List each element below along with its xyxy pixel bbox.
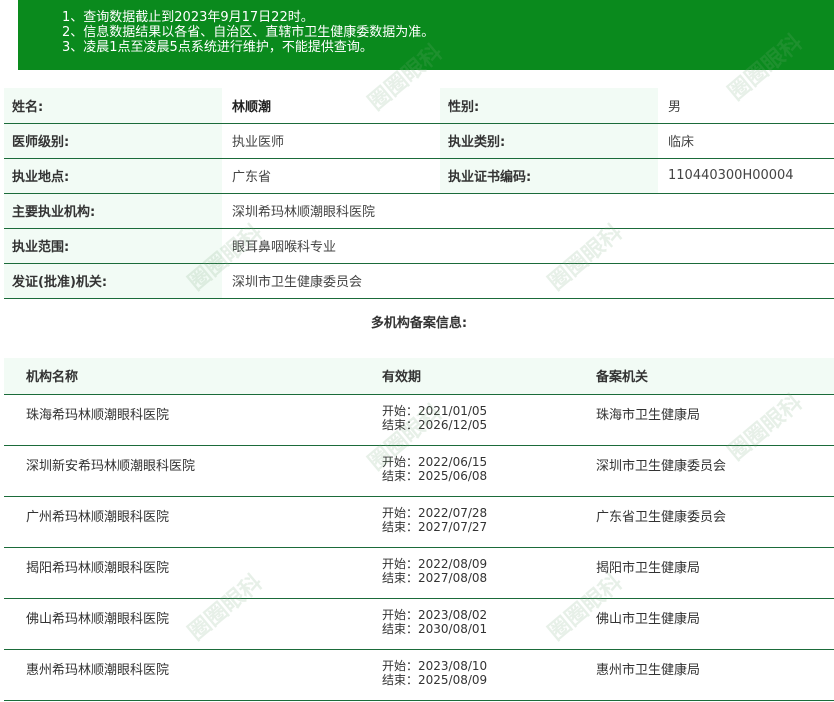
table-row: 佛山希玛林顺潮眼科医院 开始：2023/08/02 结束：2030/08/01 佛… — [4, 598, 834, 650]
validity-cell: 开始：2021/01/05 结束：2026/12/05 — [360, 394, 574, 446]
validity-cell: 开始：2022/06/15 结束：2025/06/08 — [360, 445, 574, 497]
info-row: 姓名: 林顺潮 性别: 男 — [4, 88, 834, 124]
institution-name: 惠州希玛林顺潮眼科医院 — [4, 649, 360, 701]
cert-label: 执业证书编码: — [440, 158, 658, 194]
notice-banner: 1、查询数据截止到2023年9月17日22时。 2、信息数据结果以各省、自治区、… — [18, 0, 834, 70]
validity-start: 开始：2023/08/10 — [382, 658, 488, 673]
doctor-info-table: 姓名: 林顺潮 性别: 男 医师级别: 执业医师 执业类别: 临床 执业地点: … — [4, 88, 834, 299]
validity-end: 结束：2030/08/01 — [382, 621, 488, 636]
level-value: 执业医师 — [222, 123, 440, 159]
validity-cell: 开始：2022/07/28 结束：2027/07/27 — [360, 496, 574, 548]
column-header-validity: 有效期 — [360, 358, 574, 395]
institution-name: 深圳新安希玛林顺潮眼科医院 — [4, 445, 360, 497]
cert-value: 110440300H00004 — [658, 158, 834, 194]
institution-header-row: 机构名称 有效期 备案机关 — [4, 358, 834, 395]
record-authority: 揭阳市卫生健康局 — [574, 547, 834, 599]
table-row: 揭阳希玛林顺潮眼科医院 开始：2022/08/09 结束：2027/08/08 揭… — [4, 547, 834, 599]
institution-name: 珠海希玛林顺潮眼科医院 — [4, 394, 360, 446]
validity-start: 开始：2022/06/15 — [382, 454, 488, 469]
column-header-authority: 备案机关 — [574, 358, 834, 395]
scope-label: 执业范围: — [4, 228, 222, 264]
institution-name: 广州希玛林顺潮眼科医院 — [4, 496, 360, 548]
issuer-label: 发证(批准)机关: — [4, 263, 222, 299]
gender-label: 性别: — [440, 88, 658, 124]
scope-value: 眼耳鼻咽喉科专业 — [222, 228, 834, 264]
validity-start: 开始：2022/08/09 — [382, 556, 488, 571]
validity-start: 开始：2023/08/02 — [382, 607, 488, 622]
category-value: 临床 — [658, 123, 834, 159]
record-authority: 广东省卫生健康委员会 — [574, 496, 834, 548]
record-authority: 深圳市卫生健康委员会 — [574, 445, 834, 497]
name-value: 林顺潮 — [222, 88, 440, 124]
validity-cell: 开始：2023/08/02 结束：2030/08/01 — [360, 598, 574, 650]
name-label: 姓名: — [4, 88, 222, 124]
table-row: 广州希玛林顺潮眼科医院 开始：2022/07/28 结束：2027/07/27 广… — [4, 496, 834, 548]
category-label: 执业类别: — [440, 123, 658, 159]
notice-line: 1、查询数据截止到2023年9月17日22时。 — [62, 10, 314, 25]
table-row: 珠海希玛林顺潮眼科医院 开始：2021/01/05 结束：2026/12/05 珠… — [4, 394, 834, 446]
location-value: 广东省 — [222, 158, 440, 194]
validity-cell: 开始：2023/08/10 结束：2025/08/09 — [360, 649, 574, 701]
validity-start: 开始：2021/01/05 — [382, 403, 488, 418]
level-label: 医师级别: — [4, 123, 222, 159]
table-row: 深圳新安希玛林顺潮眼科医院 开始：2022/06/15 结束：2025/06/08… — [4, 445, 834, 497]
info-row: 执业范围: 眼耳鼻咽喉科专业 — [4, 228, 834, 264]
location-label: 执业地点: — [4, 158, 222, 194]
validity-cell: 开始：2022/08/09 结束：2027/08/08 — [360, 547, 574, 599]
issuer-value: 深圳市卫生健康委员会 — [222, 263, 834, 299]
record-authority: 珠海市卫生健康局 — [574, 394, 834, 446]
validity-end: 结束：2027/07/27 — [382, 519, 488, 534]
institution-name: 佛山希玛林顺潮眼科医院 — [4, 598, 360, 650]
info-row: 主要执业机构: 深圳希玛林顺潮眼科医院 — [4, 193, 834, 229]
info-row: 执业地点: 广东省 执业证书编码: 110440300H00004 — [4, 158, 834, 194]
validity-end: 结束：2025/08/09 — [382, 672, 488, 687]
gender-value: 男 — [658, 88, 834, 124]
validity-end: 结束：2027/08/08 — [382, 570, 488, 585]
institution-name: 揭阳希玛林顺潮眼科医院 — [4, 547, 360, 599]
info-row: 医师级别: 执业医师 执业类别: 临床 — [4, 123, 834, 159]
column-header-name: 机构名称 — [4, 358, 360, 395]
validity-start: 开始：2022/07/28 — [382, 505, 488, 520]
validity-end: 结束：2025/06/08 — [382, 468, 488, 483]
record-authority: 佛山市卫生健康局 — [574, 598, 834, 650]
institution-table: 机构名称 有效期 备案机关 珠海希玛林顺潮眼科医院 开始：2021/01/05 结… — [4, 358, 834, 701]
notice-line: 2、信息数据结果以各省、自治区、直辖市卫生健康委数据为准。 — [62, 25, 435, 40]
validity-end: 结束：2026/12/05 — [382, 417, 488, 432]
record-authority: 惠州市卫生健康局 — [574, 649, 834, 701]
multi-institution-title: 多机构备案信息: — [4, 306, 834, 341]
info-row: 发证(批准)机关: 深圳市卫生健康委员会 — [4, 263, 834, 299]
org-value: 深圳希玛林顺潮眼科医院 — [222, 193, 834, 229]
notice-line: 3、凌晨1点至凌晨5点系统进行维护，不能提供查询。 — [62, 40, 373, 55]
org-label: 主要执业机构: — [4, 193, 222, 229]
table-row: 惠州希玛林顺潮眼科医院 开始：2023/08/10 结束：2025/08/09 惠… — [4, 649, 834, 701]
